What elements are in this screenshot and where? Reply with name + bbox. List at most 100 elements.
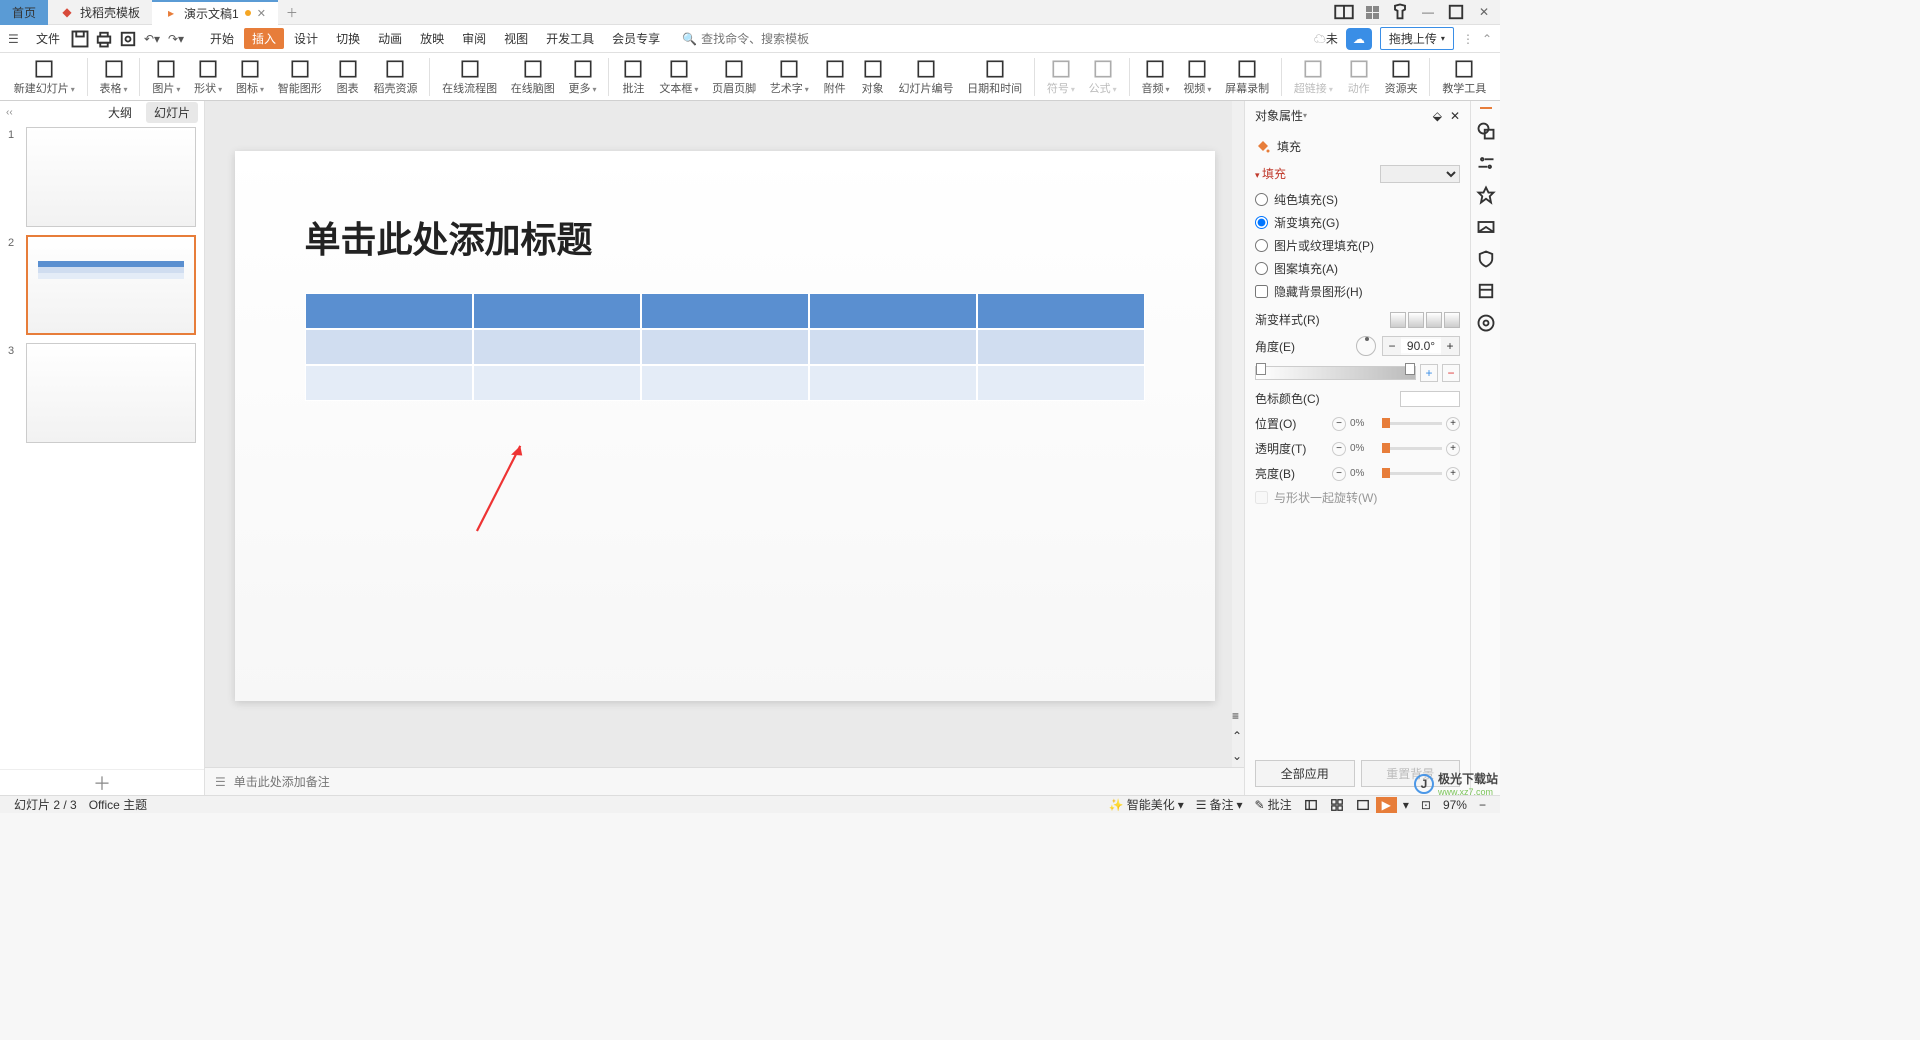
search-box[interactable]: 🔍 bbox=[682, 32, 821, 46]
file-menu[interactable]: 文件 bbox=[30, 30, 66, 47]
beautify-button[interactable]: ✨智能美化 ▾ bbox=[1103, 796, 1190, 813]
ribbon-新建幻灯片[interactable]: 新建幻灯片 bbox=[8, 54, 81, 100]
menu-tab-开始[interactable]: 开始 bbox=[202, 28, 242, 49]
ribbon-资源夹[interactable]: 资源夹 bbox=[1379, 54, 1424, 100]
view-normal-icon[interactable] bbox=[1298, 798, 1324, 812]
help-tool-icon[interactable] bbox=[1476, 313, 1496, 333]
gradient-bar[interactable] bbox=[1255, 366, 1416, 380]
menu-tab-放映[interactable]: 放映 bbox=[412, 28, 452, 49]
undo-icon[interactable]: ↶▾ bbox=[142, 29, 162, 49]
print-preview-icon[interactable] bbox=[118, 29, 138, 49]
ribbon-图表[interactable]: 图表 bbox=[330, 54, 366, 100]
security-tool-icon[interactable] bbox=[1476, 249, 1496, 269]
apply-all-button[interactable]: 全部应用 bbox=[1255, 760, 1355, 787]
thumbnail-3[interactable]: 3 bbox=[8, 343, 196, 443]
expand-icon[interactable]: ⌃ bbox=[1482, 32, 1492, 46]
slide[interactable]: 单击此处添加标题 bbox=[235, 151, 1215, 701]
dec-button[interactable]: − bbox=[1332, 467, 1346, 481]
menu-tab-视图[interactable]: 视图 bbox=[496, 28, 536, 49]
hamburger-icon[interactable]: ☰ bbox=[8, 32, 26, 46]
redo-icon[interactable]: ↷▾ bbox=[166, 29, 186, 49]
gradient-path-icon[interactable] bbox=[1444, 312, 1460, 328]
dec-button[interactable]: − bbox=[1332, 442, 1346, 456]
ribbon-图标[interactable]: 图标 bbox=[230, 54, 270, 100]
ribbon-视频[interactable]: 视频 bbox=[1177, 54, 1217, 100]
ribbon-艺术字[interactable]: 艺术字 bbox=[764, 54, 815, 100]
view-sorter-icon[interactable] bbox=[1324, 798, 1350, 812]
slide-counter[interactable]: 幻灯片 2 / 3 bbox=[8, 796, 83, 813]
print-icon[interactable] bbox=[94, 29, 114, 49]
add-stop-icon[interactable]: + bbox=[1420, 364, 1438, 382]
close-panel-icon[interactable]: ✕ bbox=[1450, 109, 1460, 123]
skin-icon[interactable] bbox=[1390, 2, 1410, 22]
prev-slide-icon[interactable]: ⌃ bbox=[1232, 729, 1242, 743]
apps-icon[interactable] bbox=[1362, 2, 1382, 22]
position-slider[interactable] bbox=[1382, 422, 1442, 425]
fill-picture-option[interactable]: 图片或纹理填充(P) bbox=[1255, 234, 1460, 257]
menu-tab-设计[interactable]: 设计 bbox=[286, 28, 326, 49]
fill-solid-option[interactable]: 纯色填充(S) bbox=[1255, 188, 1460, 211]
slideshow-drop-icon[interactable]: ▾ bbox=[1397, 798, 1415, 812]
ribbon-附件[interactable]: 附件 bbox=[817, 54, 853, 100]
props-title-drop-icon[interactable]: ▾ bbox=[1303, 111, 1307, 120]
theme-label[interactable]: Office 主题 bbox=[83, 796, 153, 813]
ribbon-批注[interactable]: 批注 bbox=[615, 54, 651, 100]
ribbon-教学工具[interactable]: 教学工具 bbox=[1436, 54, 1492, 100]
notes-toggle[interactable]: ☰备注 ▾ bbox=[1190, 796, 1249, 813]
collapse-icon[interactable]: ‹‹ bbox=[6, 107, 13, 118]
close-window-icon[interactable]: ✕ bbox=[1474, 2, 1494, 22]
fill-pattern-option[interactable]: 图案填充(A) bbox=[1255, 257, 1460, 280]
vertical-scrollbar[interactable] bbox=[1232, 101, 1244, 767]
notes-input[interactable] bbox=[234, 775, 1234, 789]
pin-icon[interactable]: ⬙ bbox=[1433, 109, 1442, 123]
zoom-value[interactable]: 97% bbox=[1437, 798, 1473, 812]
maximize-icon[interactable] bbox=[1446, 2, 1466, 22]
fill-gradient-option[interactable]: 渐变填充(G) bbox=[1255, 211, 1460, 234]
fill-section-header[interactable]: 填充 bbox=[1255, 159, 1286, 188]
inc-button[interactable]: + bbox=[1446, 467, 1460, 481]
menu-tab-会员专享[interactable]: 会员专享 bbox=[604, 28, 668, 49]
slide-table[interactable] bbox=[305, 293, 1145, 401]
brightness-slider[interactable] bbox=[1382, 472, 1442, 475]
ribbon-图片[interactable]: 图片 bbox=[146, 54, 186, 100]
menu-tab-开发工具[interactable]: 开发工具 bbox=[538, 28, 602, 49]
gradient-linear-icon[interactable] bbox=[1390, 312, 1406, 328]
canvas[interactable]: 单击此处添加标题 ≡ ⌃ ⌄ bbox=[205, 101, 1244, 767]
ribbon-智能图形[interactable]: 智能图形 bbox=[272, 54, 328, 100]
sync-status-icon[interactable]: ☁未 bbox=[1314, 30, 1338, 47]
animation-tool-icon[interactable] bbox=[1476, 185, 1496, 205]
transparency-slider[interactable] bbox=[1382, 447, 1442, 450]
learn-tool-icon[interactable] bbox=[1476, 281, 1496, 301]
ribbon-在线流程图[interactable]: 在线流程图 bbox=[436, 54, 503, 100]
outline-tab[interactable]: 大纲 bbox=[100, 102, 140, 123]
view-reading-icon[interactable] bbox=[1350, 798, 1376, 812]
ribbon-音频[interactable]: 音频 bbox=[1136, 54, 1176, 100]
rotate-with-shape-option[interactable]: 与形状一起旋转(W) bbox=[1255, 486, 1460, 509]
angle-increment-button[interactable]: + bbox=[1441, 337, 1459, 355]
ribbon-稻壳资源[interactable]: 稻壳资源 bbox=[368, 54, 424, 100]
ribbon-在线脑图[interactable]: 在线脑图 bbox=[505, 54, 561, 100]
slideshow-button[interactable]: ▶ bbox=[1376, 797, 1397, 813]
comments-toggle[interactable]: ✎批注 bbox=[1249, 796, 1298, 813]
angle-dial[interactable] bbox=[1356, 336, 1376, 356]
ribbon-更多[interactable]: 更多 bbox=[563, 54, 603, 100]
ribbon-幻灯片编号[interactable]: 幻灯片编号 bbox=[893, 54, 960, 100]
gradient-rect-icon[interactable] bbox=[1426, 312, 1442, 328]
notes-bar[interactable]: ☰ bbox=[205, 767, 1244, 795]
next-slide-icon[interactable]: ⌄ bbox=[1232, 749, 1242, 763]
ribbon-形状[interactable]: 形状 bbox=[188, 54, 228, 100]
inc-button[interactable]: + bbox=[1446, 442, 1460, 456]
shape-tool-icon[interactable] bbox=[1476, 121, 1496, 141]
ribbon-对象[interactable]: 对象 bbox=[855, 54, 891, 100]
ribbon-页眉页脚[interactable]: 页眉页脚 bbox=[706, 54, 762, 100]
spread-tool-icon[interactable] bbox=[1476, 217, 1496, 237]
tab-templates[interactable]: ◆找稻壳模板 bbox=[48, 0, 152, 25]
gradient-radial-icon[interactable] bbox=[1408, 312, 1424, 328]
minimize-icon[interactable]: — bbox=[1418, 2, 1438, 22]
remove-stop-icon[interactable]: − bbox=[1442, 364, 1460, 382]
menu-tab-动画[interactable]: 动画 bbox=[370, 28, 410, 49]
angle-input[interactable] bbox=[1401, 339, 1441, 353]
menu-tab-切换[interactable]: 切换 bbox=[328, 28, 368, 49]
prev-slide-icon[interactable]: ≡ bbox=[1232, 709, 1242, 723]
ribbon-文本框[interactable]: 文本框 bbox=[653, 54, 704, 100]
